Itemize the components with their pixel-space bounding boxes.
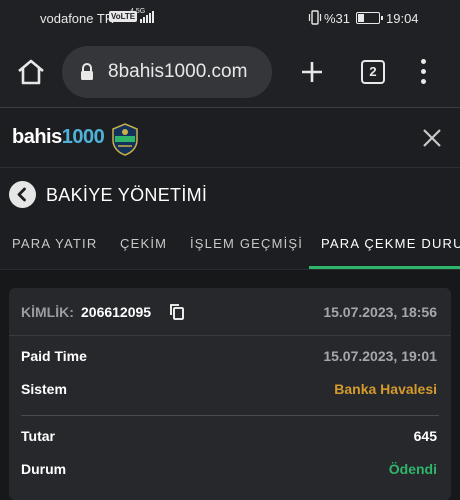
- site-header: bahis1000: [0, 108, 460, 168]
- close-icon[interactable]: [420, 126, 444, 150]
- browser-toolbar: 8bahis1000.com 2: [0, 36, 460, 108]
- clock: 19:04: [386, 11, 419, 26]
- created-date: 15.07.2023, 18:56: [323, 304, 437, 320]
- lock-icon: [80, 63, 94, 81]
- detail-label: Durum: [21, 461, 67, 477]
- menu-icon[interactable]: [418, 58, 428, 86]
- site-logo[interactable]: bahis1000: [12, 126, 105, 149]
- vibrate-icon: [308, 10, 322, 26]
- page-title: BAKİYE YÖNETİMİ: [46, 185, 208, 205]
- detail-label: Tutar: [21, 428, 55, 444]
- withdrawal-card: KİMLİK: 206612095 15.07.2023, 18:56 Paid…: [9, 288, 451, 500]
- home-icon[interactable]: [16, 58, 46, 86]
- detail-label: Sistem: [21, 381, 67, 397]
- status-bar: vodafone TR VoLTE 4.5G %31 19:04: [0, 0, 460, 36]
- divider: [21, 415, 439, 416]
- detail-row: Durum Ödendi: [9, 461, 451, 483]
- copy-icon[interactable]: [169, 303, 185, 321]
- address-bar[interactable]: 8bahis1000.com: [62, 46, 272, 98]
- withdrawal-card-header: KİMLİK: 206612095 15.07.2023, 18:56: [9, 288, 451, 336]
- chevron-left-icon: [17, 187, 26, 202]
- carrier-name: vodafone TR: [40, 11, 115, 26]
- detail-row: Paid Time 15.07.2023, 19:01: [9, 348, 451, 370]
- detail-value: 15.07.2023, 19:01: [323, 348, 437, 364]
- page-header: BAKİYE YÖNETİMİ: [0, 168, 460, 222]
- detail-row: Tutar 645: [9, 428, 451, 450]
- detail-value: 645: [413, 428, 437, 444]
- new-tab-icon[interactable]: [298, 58, 326, 86]
- detail-row: Sistem Banka Havalesi: [9, 381, 451, 403]
- tab-bar: PARA YATIR ÇEKİM İŞLEM GEÇMİŞİ PARA ÇEKM…: [0, 222, 460, 270]
- tab-withdrawal-status[interactable]: PARA ÇEKME DURUMU: [321, 236, 460, 251]
- id-label: KİMLİK:: [21, 304, 74, 320]
- id-value: 206612095: [81, 304, 152, 320]
- back-button[interactable]: [9, 181, 36, 208]
- signal-icon: [140, 11, 154, 23]
- status-value: Ödendi: [388, 461, 437, 477]
- tab-deposit[interactable]: PARA YATIR: [12, 236, 97, 251]
- tab-switcher-icon[interactable]: 2: [361, 60, 385, 84]
- url-text: 8bahis1000.com: [108, 61, 248, 82]
- detail-label: Paid Time: [21, 348, 87, 364]
- license-badge-icon: [110, 122, 140, 156]
- battery-percent: %31: [324, 11, 351, 26]
- main-content: KİMLİK: 206612095 15.07.2023, 18:56 Paid…: [0, 270, 460, 500]
- detail-value: Banka Havalesi: [334, 381, 437, 397]
- tab-withdraw[interactable]: ÇEKİM: [120, 236, 167, 251]
- tab-transaction-history[interactable]: İŞLEM GEÇMİŞİ: [190, 236, 303, 251]
- active-tab-indicator: [309, 266, 460, 269]
- battery-icon: [356, 12, 383, 24]
